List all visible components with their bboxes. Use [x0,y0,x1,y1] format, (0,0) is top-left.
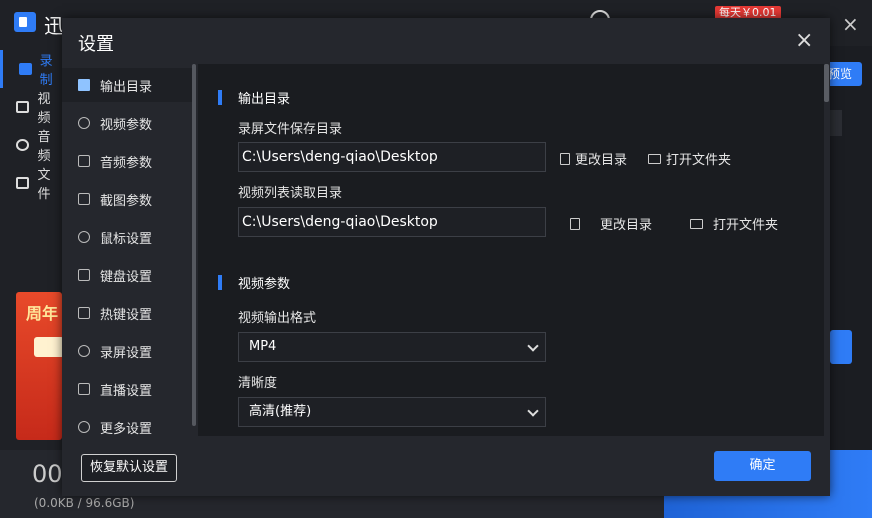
nav-item-screenshot[interactable]: 截图参数 [62,182,192,216]
settings-nav: 输出目录 视频参数 音频参数 截图参数 鼠标设置 键盘设置 热键设置 录屏设置 … [62,64,192,450]
save-dir-label: 录屏文件保存目录 [238,122,343,137]
quality-select[interactable]: 高清(推荐) [238,397,546,427]
folder-open-icon [690,218,703,229]
background-panel [830,110,842,136]
reset-defaults-button[interactable]: 恢复默认设置 [81,454,177,482]
open-save-folder-button[interactable]: 打开文件夹 [648,149,731,168]
audio-icon [16,139,30,151]
change-read-dir-button[interactable]: 更改目录 [570,214,652,233]
nav-scrollbar[interactable] [192,64,196,426]
window-close-icon[interactable]: × [842,12,859,36]
format-select[interactable]: MP4 [238,332,546,362]
nav-item-mouse[interactable]: 鼠标设置 [62,220,192,254]
sidebar-item-file[interactable]: 文件 [0,164,62,202]
settings-content: 输出目录 录屏文件保存目录 C:\Users\deng-qiao\Desktop… [198,64,824,436]
sidebar-item-video[interactable]: 视频 [0,88,62,126]
close-icon[interactable]: × [795,28,813,53]
promo-card[interactable]: 周年 [16,292,62,440]
nav-item-audio[interactable]: 音频参数 [62,144,192,178]
storage-size: (0.0KB / 96.6GB) [34,496,135,510]
audio-icon [78,155,90,167]
more-icon [78,421,90,433]
read-dir-label: 视频列表读取目录 [238,186,343,201]
document-icon [570,217,580,230]
chevron-down-icon [527,405,539,417]
nav-item-video[interactable]: 视频参数 [62,106,192,140]
folder-open-icon [648,153,661,164]
screenshot-icon [78,193,90,205]
section-marker [218,275,222,290]
promo-coupon-icon [34,337,62,357]
keyboard-icon [78,269,90,281]
sidebar-item-audio[interactable]: 音频 [0,126,62,164]
mouse-icon [78,231,90,243]
nav-item-keyboard[interactable]: 键盘设置 [62,258,192,292]
sidebar-item-record[interactable]: 录制 [0,50,62,88]
camera-icon [19,63,32,75]
file-list-icon [16,177,30,189]
promo-card-text: 周年 [26,304,59,323]
quality-label: 清晰度 [238,376,278,391]
record-timer: 00 [32,460,63,488]
nav-item-more[interactable]: 更多设置 [62,410,192,444]
ok-button[interactable]: 确定 [714,451,811,481]
content-scrollbar[interactable] [824,64,829,102]
chevron-down-icon [527,340,539,352]
document-icon [560,152,570,165]
save-dir-input[interactable]: C:\Users\deng-qiao\Desktop [238,142,546,172]
nav-item-live[interactable]: 直播设置 [62,372,192,406]
open-read-folder-button[interactable]: 打开文件夹 [690,214,778,233]
video-edit-icon [16,101,30,113]
section-title-video: 视频参数 [238,277,291,292]
hotkey-icon [78,307,90,319]
nav-item-output[interactable]: 输出目录 [62,68,192,102]
settings-dialog: 设置 × 输出目录 视频参数 音频参数 截图参数 鼠标设置 键盘设置 热键设置 … [62,18,830,496]
record-icon [78,345,90,357]
format-label: 视频输出格式 [238,311,317,326]
background-blue-button[interactable] [830,330,852,364]
change-save-dir-button[interactable]: 更改目录 [560,149,627,168]
video-icon [78,117,90,129]
folder-icon [78,79,90,91]
dialog-title: 设置 [78,34,114,55]
live-icon [78,383,90,395]
nav-item-hotkey[interactable]: 热键设置 [62,296,192,330]
read-dir-input[interactable]: C:\Users\deng-qiao\Desktop [238,207,546,237]
nav-item-record[interactable]: 录屏设置 [62,334,192,368]
section-title-output: 输出目录 [238,92,291,107]
section-marker [218,90,222,105]
app-logo-icon [14,12,36,32]
app-title: 迅 [44,14,64,38]
